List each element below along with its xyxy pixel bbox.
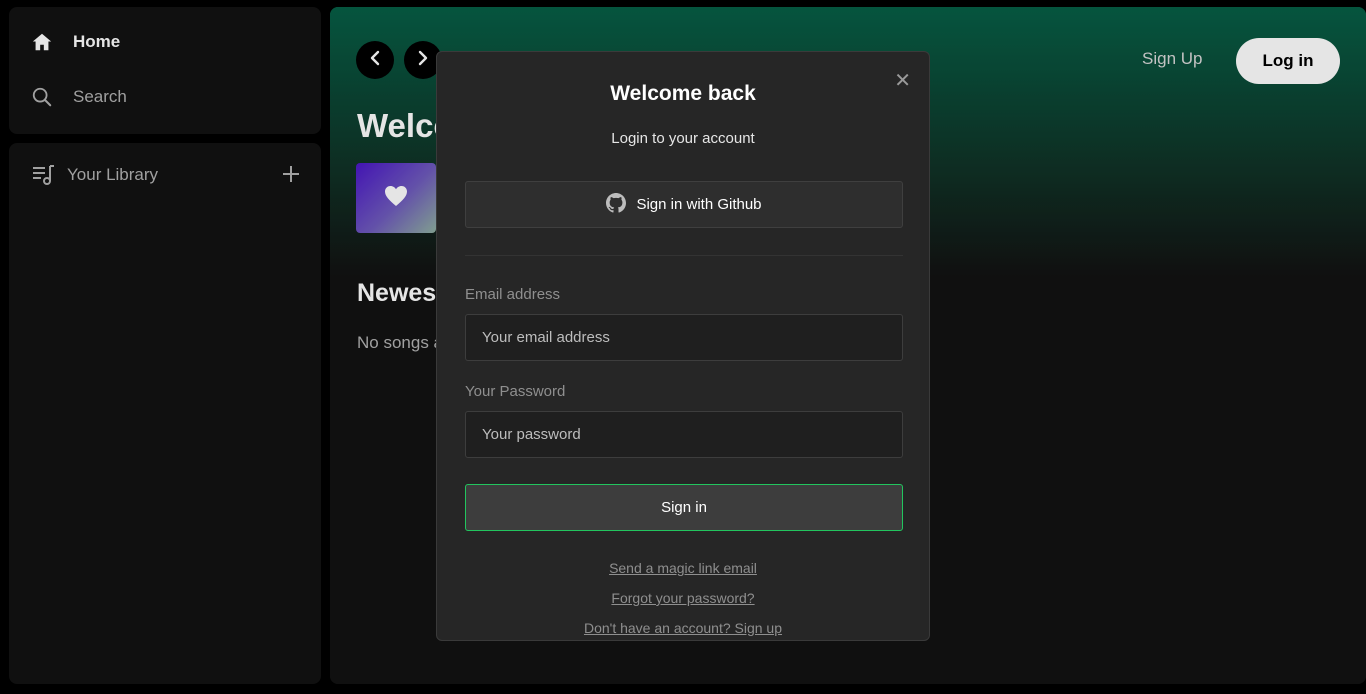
divider — [465, 255, 903, 256]
auth-modal: ✕ Welcome back Login to your account Sig… — [436, 51, 930, 641]
password-label: Your Password — [465, 383, 566, 400]
modal-title: Welcome back — [610, 82, 756, 105]
github-icon — [606, 192, 627, 217]
forgot-password-link[interactable]: Forgot your password? — [437, 590, 929, 606]
signup-link[interactable]: Don't have an account? Sign up — [437, 620, 929, 636]
email-field[interactable] — [465, 314, 903, 361]
github-signin-button[interactable]: Sign in with Github — [465, 181, 903, 228]
github-button-label: Sign in with Github — [636, 196, 762, 213]
signin-button[interactable]: Sign in — [465, 484, 903, 531]
modal-subtitle: Login to your account — [611, 130, 755, 147]
password-field[interactable] — [465, 411, 903, 458]
magic-link-link[interactable]: Send a magic link email — [437, 560, 929, 576]
email-label: Email address — [465, 286, 561, 303]
